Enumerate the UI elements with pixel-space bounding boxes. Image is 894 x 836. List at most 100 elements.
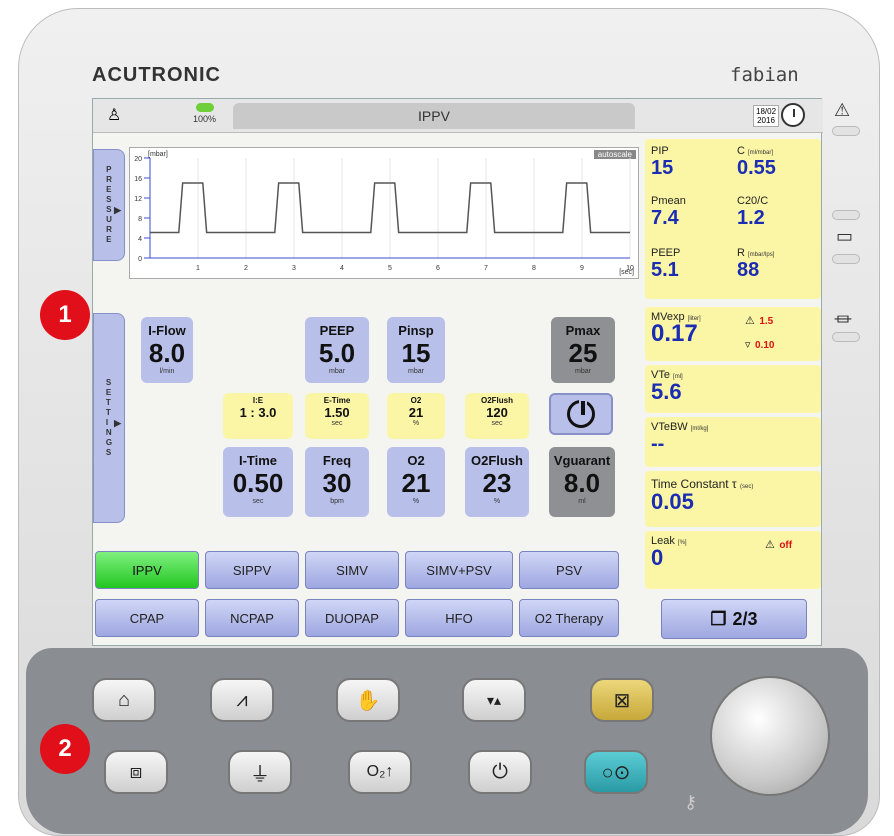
mv-high-limit: 1.5 (759, 316, 774, 327)
mode-button-cpap[interactable]: CPAP (95, 599, 199, 637)
standby-key[interactable]: ⏻ (468, 750, 532, 794)
leak-value: 0 (651, 545, 664, 570)
model-name: fabian (730, 64, 799, 86)
time-constant-panel[interactable]: Time Constant τ (sec) 0.05 (645, 471, 821, 527)
compliance-measure: C [ml/mbar] 0.55 (737, 145, 776, 179)
screen-lock-icon: ⧈ (129, 760, 143, 783)
clock-icon[interactable] (781, 103, 805, 127)
iflow-setting[interactable]: I-Flow 8.0 l/min (141, 317, 193, 383)
pinsp-setting[interactable]: Pinsp 15 mbar (387, 317, 445, 383)
pip-label: PIP (651, 145, 669, 157)
mode-button-ncpap[interactable]: NCPAP (205, 599, 299, 637)
o2flush-unit: % (493, 498, 501, 505)
freq-label: Freq (322, 453, 352, 468)
c20c-label: C20/C (737, 195, 769, 207)
alarm-limits-key[interactable]: ▾▴ (462, 678, 526, 722)
mode-button-duopap[interactable]: DUOPAP (305, 599, 399, 637)
battery-icon: ▭ (836, 226, 854, 246)
leak-alarm-state: off (779, 540, 793, 551)
pmax-label: Pmax (565, 323, 601, 338)
x-tick-label: 3 (292, 265, 296, 272)
chevron-right-icon: ▶ (114, 418, 121, 428)
freq-unit: bpm (330, 498, 344, 505)
pmax-unit: mbar (575, 368, 591, 375)
peep-label: PEEP (319, 323, 355, 338)
vtebw-value: -- (651, 433, 665, 455)
itime-value: 0.50 (232, 468, 284, 498)
itime-unit: sec (252, 498, 264, 505)
alarm-limit-icon: ▿ (745, 339, 751, 351)
etime-display: E-Time 1.50 sec (305, 393, 369, 439)
vtebw-panel[interactable]: VTeBW [ml/kg] -- (645, 417, 821, 467)
page-button[interactable]: ❐ 2/3 (661, 599, 807, 639)
brand-logo: ACUTRONIC (92, 64, 221, 86)
hold-key[interactable]: ✋ (336, 678, 400, 722)
nebulizer-key[interactable]: ⏚ (228, 750, 292, 794)
o2flush-setting[interactable]: O2Flush 23 % (465, 447, 529, 517)
c-value: 0.55 (737, 157, 776, 179)
mode-button-simv[interactable]: SIMV (305, 551, 399, 589)
tab-letter: T (105, 398, 111, 407)
y-tick-label: 8 (138, 216, 142, 223)
r-value: 88 (737, 259, 760, 281)
x-tick-label: 2 (244, 265, 248, 272)
tab-letter: G (105, 438, 113, 447)
battery-led (832, 210, 860, 220)
display-key[interactable]: ⧈ (104, 750, 168, 794)
o2-flush-key[interactable]: O₂↑ (348, 750, 412, 794)
mode-button-hfo[interactable]: HFO (405, 599, 513, 637)
peep-measure-label: PEEP (651, 247, 681, 259)
patient-icon: ♙ (107, 107, 122, 124)
x-tick-label: 8 (532, 265, 536, 272)
peep-measure-value: 5.1 (651, 259, 679, 281)
leak-panel[interactable]: Leak [%] 0 ⚠ off (645, 531, 821, 589)
o2-setting[interactable]: O2 21 % (387, 447, 445, 517)
tab-letter: S (105, 378, 112, 387)
alarm-triangle-icon: ⚠ (834, 100, 851, 120)
start-stop-key[interactable]: ○⊙ (584, 750, 648, 794)
settings-tab[interactable]: SETTINGS ▶ (93, 313, 125, 523)
date-text: 18/02 2016 (756, 107, 777, 125)
mode-button-simv-psv[interactable]: SIMV+PSV (405, 551, 513, 589)
peep-setting[interactable]: PEEP 5.0 mbar (305, 317, 369, 383)
leak-unit: [%] (677, 540, 687, 546)
current-mode-title: IPPV (233, 103, 635, 129)
mv-value: 0.17 (651, 320, 698, 347)
alarm-silence-key[interactable]: ⊠ (590, 678, 654, 722)
freq-setting[interactable]: Freq 30 bpm (305, 447, 369, 517)
pressure-waveform-graph[interactable]: [mbar] autoscale [sec] 1 2 3 4 5 6 7 8 9 10 20 16 12… (129, 147, 639, 279)
manual-breath-key[interactable]: ⩘ (210, 678, 274, 722)
tab-letter: E (106, 185, 112, 194)
vte-panel[interactable]: VTe [ml] 5.6 (645, 365, 821, 413)
x-tick-label: 6 (436, 265, 440, 272)
mv-measure: MVexp [liter] 0.17 (651, 311, 701, 347)
etime-label: E-Time (323, 396, 351, 405)
battery-charge-icon (195, 103, 214, 112)
standby-button[interactable] (549, 393, 613, 435)
tab-letter: E (106, 235, 112, 244)
pinsp-label: Pinsp (398, 323, 434, 338)
vguarant-setting[interactable]: Vguarant 8.0 ml (549, 447, 615, 517)
up-down-icon: ▾▴ (486, 691, 502, 708)
freq-value: 30 (322, 468, 352, 498)
pressure-tab[interactable]: PRESSURE ▶ (93, 149, 125, 261)
settings-tab-label: SETTINGS (106, 378, 112, 458)
ie-value: 1 : 3.0 (239, 405, 277, 420)
y-tick-label: 0 (138, 256, 142, 263)
x-tick-label: 9 (580, 265, 584, 272)
pmax-setting[interactable]: Pmax 25 mbar (551, 317, 615, 383)
vtebw-label: VTeBW (651, 421, 688, 433)
rotary-control-knob[interactable] (710, 676, 830, 796)
mode-button-o2-therapy[interactable]: O2 Therapy (519, 599, 619, 637)
etime-unit: sec (331, 420, 343, 427)
mode-button-sippv[interactable]: SIPPV (205, 551, 299, 589)
mode-button-psv[interactable]: PSV (519, 551, 619, 589)
mode-button-ippv[interactable]: IPPV (95, 551, 199, 589)
pip-value: 15 (651, 157, 674, 179)
peep-unit: mbar (329, 368, 345, 375)
page-indicator: 2/3 (732, 608, 758, 629)
itime-setting[interactable]: I-Time 0.50 sec (223, 447, 293, 517)
home-key[interactable]: ⌂ (92, 678, 156, 722)
x-tick-label: 5 (388, 265, 392, 272)
mv-panel[interactable]: MVexp [liter] 0.17 ⚠ 1.5 ▿ 0.10 (645, 307, 821, 361)
